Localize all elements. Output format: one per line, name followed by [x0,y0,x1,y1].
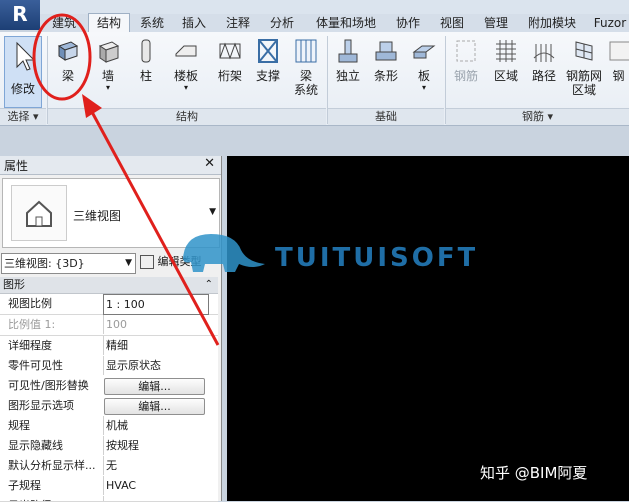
annotation-arrow [90,111,220,346]
highlight-circle [32,13,92,101]
author-caption: 知乎 @BIM阿夏 [480,464,588,482]
annotation-overlay [32,13,220,346]
